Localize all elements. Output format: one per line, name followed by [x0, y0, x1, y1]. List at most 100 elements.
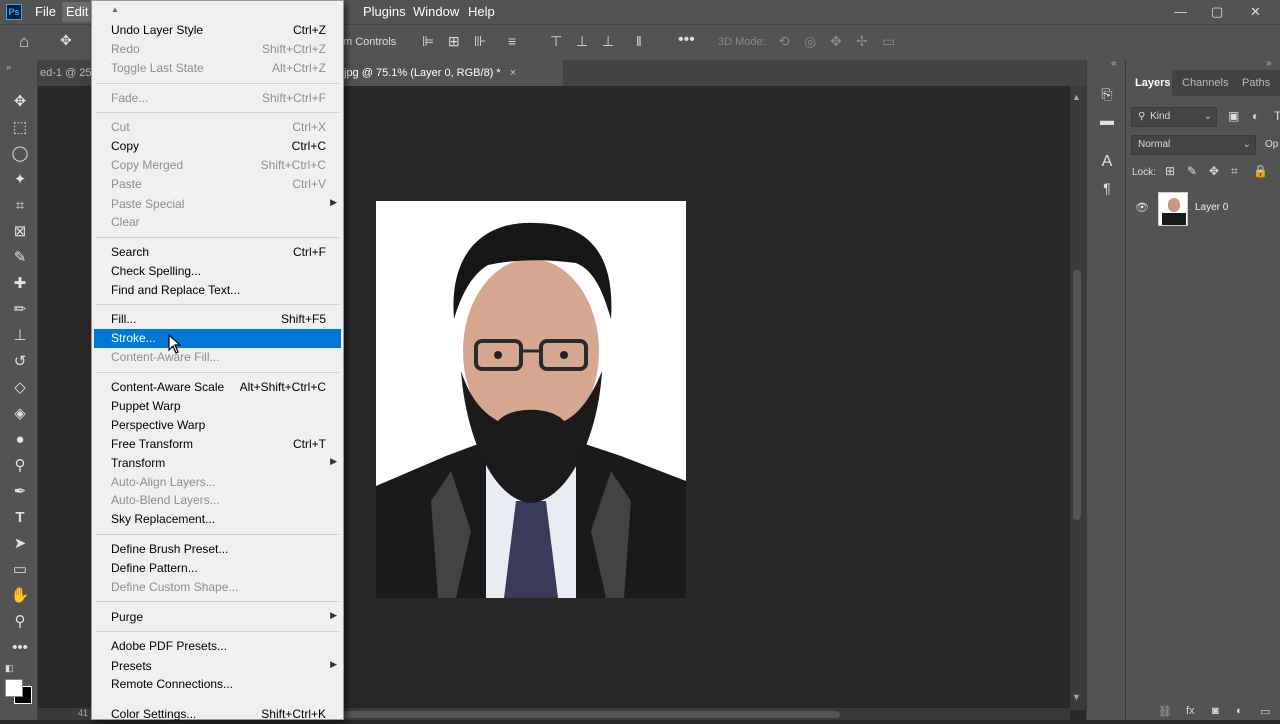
scroll-up-icon[interactable]: ▲ — [1072, 92, 1081, 102]
brush-tool-icon[interactable]: ✏ — [10, 300, 30, 320]
menu-item-perspective-warp[interactable]: Perspective Warp — [94, 416, 341, 435]
scroll-down-icon[interactable]: ▼ — [1072, 692, 1081, 702]
blend-mode-select[interactable]: Normal ⌄ — [1131, 135, 1256, 155]
menu-item-cut[interactable]: Cut Ctrl+X — [94, 118, 341, 137]
lock-pixels-icon[interactable]: ✎ — [1187, 164, 1197, 178]
menu-item-paste-special[interactable]: Paste Special ▶ — [94, 195, 341, 214]
menu-item-content-aware-scale[interactable]: Content-Aware Scale Alt+Shift+Ctrl+C — [94, 378, 341, 397]
close-tab-icon[interactable]: × — [510, 67, 516, 79]
hand-tool-icon[interactable]: ✋ — [10, 586, 30, 606]
path-selection-tool-icon[interactable]: ➤ — [10, 534, 30, 554]
edit-toolbar-icon[interactable]: ••• — [10, 638, 30, 658]
filter-type-icon[interactable]: T — [1274, 109, 1280, 123]
minimize-button[interactable]: — — [1174, 4, 1187, 19]
document-tab-untitled[interactable]: ed-1 @ 25 — [38, 60, 98, 86]
eraser-tool-icon[interactable]: ◇ — [10, 378, 30, 398]
visibility-eye-icon[interactable]: 👁 — [1135, 201, 1149, 214]
character-panel-icon[interactable]: A — [1097, 152, 1117, 172]
align-bottom-icon[interactable]: ⊥ — [602, 33, 614, 50]
lock-artboard-icon[interactable]: ⌗ — [1231, 164, 1238, 179]
lock-position-icon[interactable]: ✥ — [1209, 164, 1219, 178]
lasso-tool-icon[interactable]: ◯ — [10, 144, 30, 164]
menu-item-transform[interactable]: Transform ▶ — [94, 454, 341, 473]
transform-controls-label[interactable]: m Controls — [343, 36, 396, 48]
filter-image-icon[interactable]: ▣ — [1228, 109, 1239, 123]
new-group-icon[interactable]: ▭ — [1260, 705, 1270, 718]
move-tool-icon[interactable]: ✥ — [60, 32, 72, 49]
blur-tool-icon[interactable]: ● — [10, 430, 30, 450]
canvas-image[interactable] — [376, 201, 686, 598]
menu-item-fade[interactable]: Fade... Shift+Ctrl+F — [94, 89, 341, 108]
menu-item-copy-merged[interactable]: Copy Merged Shift+Ctrl+C — [94, 156, 341, 175]
menu-item-auto-align-layers[interactable]: Auto-Align Layers... — [94, 473, 341, 492]
tab-paths[interactable]: Paths — [1242, 70, 1270, 96]
menu-edit[interactable]: Edit — [62, 2, 93, 22]
distribute-vertical-icon[interactable]: ‖ — [636, 33, 642, 49]
layer-row[interactable]: 👁 Layer 0 — [1126, 188, 1280, 228]
more-options-icon[interactable]: ••• — [678, 31, 695, 49]
menu-item-toggle-last-state[interactable]: Toggle Last State Alt+Ctrl+Z — [94, 59, 341, 78]
move-tool-icon[interactable]: ✥ — [10, 92, 30, 112]
magic-wand-tool-icon[interactable]: ✦ — [10, 170, 30, 190]
add-mask-icon[interactable]: ◙ — [1212, 705, 1219, 717]
menu-item-auto-blend-layers[interactable]: Auto-Blend Layers... — [94, 491, 341, 510]
align-middle-icon[interactable]: ⊥ — [576, 33, 588, 50]
paragraph-panel-icon[interactable]: ¶ — [1097, 178, 1117, 198]
dodge-tool-icon[interactable]: ⚲ — [10, 456, 30, 476]
menu-plugins[interactable]: Plugins — [363, 4, 406, 19]
link-layers-icon[interactable]: ⛓ — [1158, 705, 1172, 718]
menu-item-copy[interactable]: Copy Ctrl+C — [94, 137, 341, 156]
type-tool-icon[interactable]: T — [10, 508, 30, 528]
menu-help[interactable]: Help — [468, 4, 495, 19]
distribute-icon[interactable]: ≡ — [508, 33, 516, 49]
menu-item-color-settings[interactable]: Color Settings... Shift+Ctrl+K — [94, 705, 341, 724]
scroll-up-arrow-icon[interactable]: ▲ — [111, 5, 119, 14]
zoom-tool-icon[interactable]: ⚲ — [10, 612, 30, 632]
menu-item-check-spelling[interactable]: Check Spelling... — [94, 262, 341, 281]
menu-item-fill[interactable]: Fill... Shift+F5 — [94, 310, 341, 329]
menu-item-presets[interactable]: Presets ▶ — [94, 657, 341, 676]
close-window-button[interactable]: ✕ — [1250, 4, 1261, 20]
align-left-icon[interactable]: ⊫ — [422, 33, 434, 50]
menu-item-find-and-replace-text[interactable]: Find and Replace Text... — [94, 281, 341, 300]
layer-name[interactable]: Layer 0 — [1195, 202, 1228, 213]
default-colors-icon[interactable]: ◧ — [5, 663, 15, 673]
menu-item-sky-replacement[interactable]: Sky Replacement... — [94, 510, 341, 529]
filter-adjustment-icon[interactable]: ◐ — [1252, 109, 1259, 123]
pen-tool-icon[interactable]: ✒ — [10, 482, 30, 502]
history-brush-tool-icon[interactable]: ↺ — [10, 352, 30, 372]
comments-panel-icon[interactable]: ▬ — [1097, 110, 1117, 130]
align-center-icon[interactable]: ⊞ — [448, 33, 460, 50]
menu-item-search[interactable]: Search Ctrl+F — [94, 243, 341, 262]
vertical-scroll-thumb[interactable] — [1073, 270, 1081, 520]
maximize-button[interactable]: ▢ — [1211, 4, 1223, 20]
history-panel-icon[interactable]: ⎘ — [1097, 84, 1117, 104]
tab-channels[interactable]: Channels — [1182, 70, 1228, 96]
menu-item-define-custom-shape[interactable]: Define Custom Shape... — [94, 578, 341, 597]
tab-layers[interactable]: Layers — [1126, 70, 1172, 96]
document-tab-active[interactable]: jpg @ 75.1% (Layer 0, RGB/8) * × — [338, 60, 563, 86]
lock-transparent-icon[interactable]: ⊞ — [1165, 164, 1175, 178]
align-right-icon[interactable]: ⊪ — [474, 33, 486, 50]
foreground-color-swatch[interactable] — [5, 679, 23, 697]
paint-bucket-tool-icon[interactable]: ◈ — [10, 404, 30, 424]
menu-item-remote-connections[interactable]: Remote Connections... — [94, 675, 341, 694]
healing-brush-tool-icon[interactable]: ✚ — [10, 274, 30, 294]
clone-stamp-tool-icon[interactable]: ⊥ — [10, 326, 30, 346]
menu-item-define-pattern[interactable]: Define Pattern... — [94, 559, 341, 578]
menu-item-adobe-pdf-presets[interactable]: Adobe PDF Presets... — [94, 637, 341, 656]
menu-item-clear[interactable]: Clear — [94, 213, 341, 232]
menu-item-stroke[interactable]: Stroke... — [94, 329, 341, 348]
layer-filter-kind-select[interactable]: ⚲ Kind ⌄ — [1131, 107, 1217, 127]
home-icon[interactable]: ⌂ — [19, 32, 29, 52]
align-top-icon[interactable]: ⊤ — [550, 33, 562, 50]
menu-item-redo[interactable]: Redo Shift+Ctrl+Z — [94, 40, 341, 59]
collapse-toolbar-icon[interactable]: » — [6, 62, 11, 72]
collapse-panels-icon[interactable]: « — [1111, 58, 1117, 69]
menu-item-paste[interactable]: Paste Ctrl+V — [94, 175, 341, 194]
menu-window[interactable]: Window — [413, 4, 459, 19]
lock-all-icon[interactable]: 🔒 — [1253, 164, 1268, 178]
menu-item-free-transform[interactable]: Free Transform Ctrl+T — [94, 435, 341, 454]
adjustment-layer-icon[interactable]: ◐ — [1236, 705, 1243, 717]
eyedropper-tool-icon[interactable]: ✎ — [10, 248, 30, 268]
